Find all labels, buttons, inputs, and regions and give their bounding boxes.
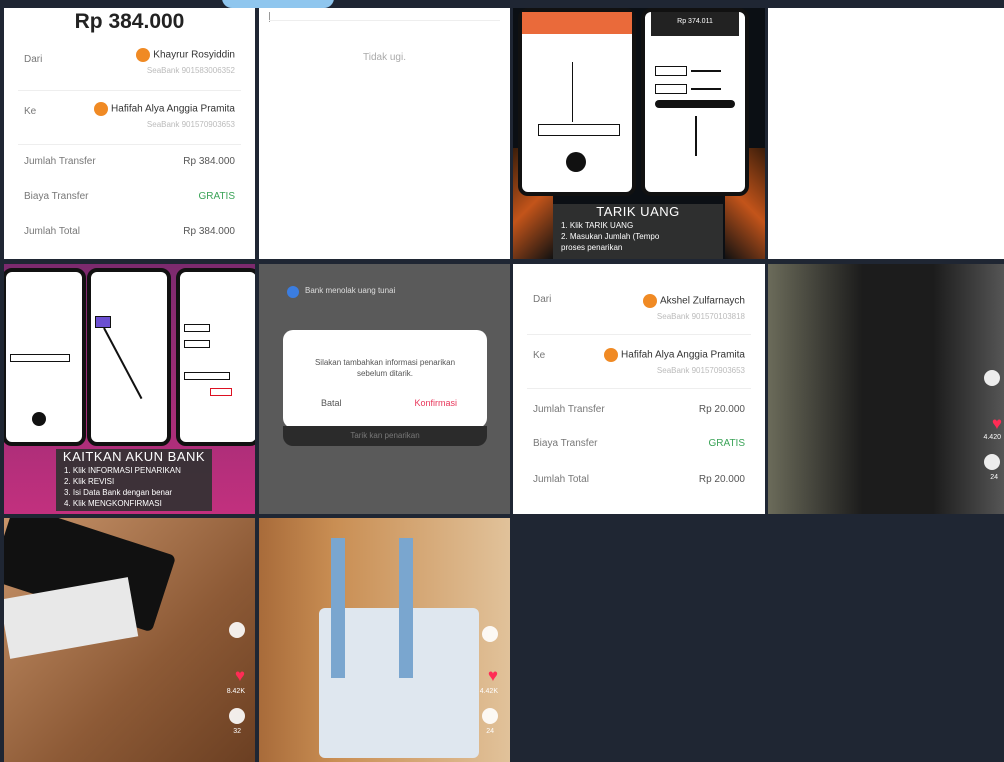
cancel-button[interactable]: Batal <box>321 398 342 408</box>
avatar <box>604 348 619 362</box>
note-text: Tidak ugi. <box>363 52 406 63</box>
phone-amount: Rp 374.011 <box>651 12 739 36</box>
tile-white-empty[interactable] <box>768 8 1004 259</box>
to-label: Ke <box>533 350 546 361</box>
dialog-bottom-bar: Tarik kan penarikan <box>283 426 487 446</box>
phone-left <box>518 8 636 196</box>
phone-1 <box>4 268 86 446</box>
comment-count: 32 <box>233 728 241 735</box>
transfer-label: Jumlah Transfer <box>24 156 96 167</box>
caption-title: KAITKAN AKUN BANK <box>62 449 206 464</box>
like-count: 8.42K <box>226 688 245 695</box>
like-count: 4.420 <box>983 434 1001 441</box>
avatar <box>642 294 657 308</box>
heart-icon[interactable]: ♥ <box>992 414 1002 434</box>
top-bar <box>0 0 1004 8</box>
transfer-value: Rp 384.000 <box>183 156 235 167</box>
avatar <box>136 48 151 62</box>
caption-step: proses penarikan <box>561 243 623 252</box>
profile-icon[interactable] <box>984 370 1000 386</box>
profile-icon[interactable] <box>229 622 245 638</box>
to-bank: SeaBank 901570903653 <box>146 120 235 129</box>
phone-3 <box>176 268 255 446</box>
to-name: Hafifah Alya Anggia Pramita <box>621 349 745 361</box>
comment-count: 24 <box>990 474 998 481</box>
comment-icon[interactable] <box>984 454 1000 470</box>
transfer-label: Jumlah Transfer <box>533 404 605 415</box>
to-person: Hafifah Alya Anggia Pramita SeaBank 9015… <box>94 102 235 129</box>
caption-title: TARIK UANG <box>596 204 680 219</box>
tile-dialog[interactable]: Bank menolak uang tunai Silakan tambahka… <box>259 264 510 514</box>
comment-count: 24 <box>486 728 494 735</box>
total-value: Rp 20.000 <box>698 474 745 485</box>
from-label: Dari <box>533 294 552 305</box>
fee-value: GRATIS <box>198 191 235 202</box>
to-person: Hafifah Alya Anggia Pramita SeaBank 9015… <box>604 348 745 375</box>
caption-step: 1. Klik TARIK UANG <box>561 221 634 230</box>
confirm-button[interactable]: Konfirmasi <box>414 398 457 408</box>
confirm-dialog: Silakan tambahkan informasi penarikan se… <box>283 330 487 428</box>
heart-icon[interactable]: ♥ <box>235 666 245 686</box>
from-label: Dari <box>24 54 43 65</box>
caption-step: 2. Masukan Jumlah (Tempo <box>561 232 660 241</box>
caption-step: 1. Klik INFORMASI PENARIKAN <box>64 466 181 475</box>
total-label: Jumlah Total <box>24 226 80 237</box>
dialog-message: Silakan tambahkan informasi penarikan se… <box>314 358 456 378</box>
tile-receipt-20000[interactable]: Dari Akshel Zulfarnaych SeaBank 90157010… <box>513 264 765 514</box>
transfer-amount: Rp 384.000 <box>74 10 185 33</box>
total-label: Jumlah Total <box>533 474 589 485</box>
caption-step: 4. Klik MENGKONFIRMASI <box>64 499 162 508</box>
tarik-caption: TARIK UANG 1. Klik TARIK UANG 2. Masukan… <box>553 204 723 259</box>
tile-blank-note[interactable]: Tidak ugi. <box>259 8 510 259</box>
fee-value: GRATIS <box>708 438 745 449</box>
phone-2 <box>87 268 171 446</box>
from-bank: SeaBank 901583006352 <box>146 66 235 75</box>
comment-icon[interactable] <box>482 708 498 724</box>
tile-video-1[interactable]: ♥ 4.420 24 <box>768 264 1004 514</box>
like-count: 4.42K <box>479 688 498 695</box>
tile-video-3[interactable]: ♥ 4.42K 24 <box>259 518 510 762</box>
tile-video-2[interactable]: ♥ 8.42K 32 <box>4 518 255 762</box>
kaitkan-caption: KAITKAN AKUN BANK 1. Klik INFORMASI PENA… <box>56 449 212 511</box>
from-person: Akshel Zulfarnaych SeaBank 901570103818 <box>642 294 745 321</box>
tile-tarik-uang[interactable]: Rp 374.011 TARIK UANG 1. Klik TARIK UANG… <box>513 8 765 259</box>
to-label: Ke <box>24 106 37 117</box>
from-bank: SeaBank 901570103818 <box>656 312 745 321</box>
total-value: Rp 384.000 <box>183 226 235 237</box>
transfer-value: Rp 20.000 <box>698 404 745 415</box>
avatar <box>94 102 109 116</box>
tile-kaitkan-akun[interactable]: KAITKAN AKUN BANK 1. Klik INFORMASI PENA… <box>4 264 255 514</box>
from-name: Khayrur Rosyiddin <box>153 49 235 61</box>
heart-icon[interactable]: ♥ <box>488 666 498 686</box>
from-person: Khayrur Rosyiddin SeaBank 901583006352 <box>136 48 235 75</box>
fee-label: Biaya Transfer <box>533 438 598 449</box>
phone-right: Rp 374.011 <box>641 8 749 196</box>
top-pill-indicator <box>222 0 334 8</box>
comment-icon[interactable] <box>229 708 245 724</box>
profile-icon[interactable] <box>482 626 498 642</box>
caption-step: 3. Isi Data Bank dengan benar <box>64 488 173 497</box>
to-bank: SeaBank 901570903653 <box>656 366 745 375</box>
bank-reject-text: Bank menolak uang tunai <box>305 286 396 295</box>
caption-step: 2. Klik REVISI <box>64 477 115 486</box>
to-name: Hafifah Alya Anggia Pramita <box>111 103 235 115</box>
tile-receipt-384[interactable]: Rp 384.000 Dari Khayrur Rosyiddin SeaBan… <box>4 8 255 259</box>
fee-label: Biaya Transfer <box>24 191 89 202</box>
from-name: Akshel Zulfarnaych <box>659 295 745 307</box>
